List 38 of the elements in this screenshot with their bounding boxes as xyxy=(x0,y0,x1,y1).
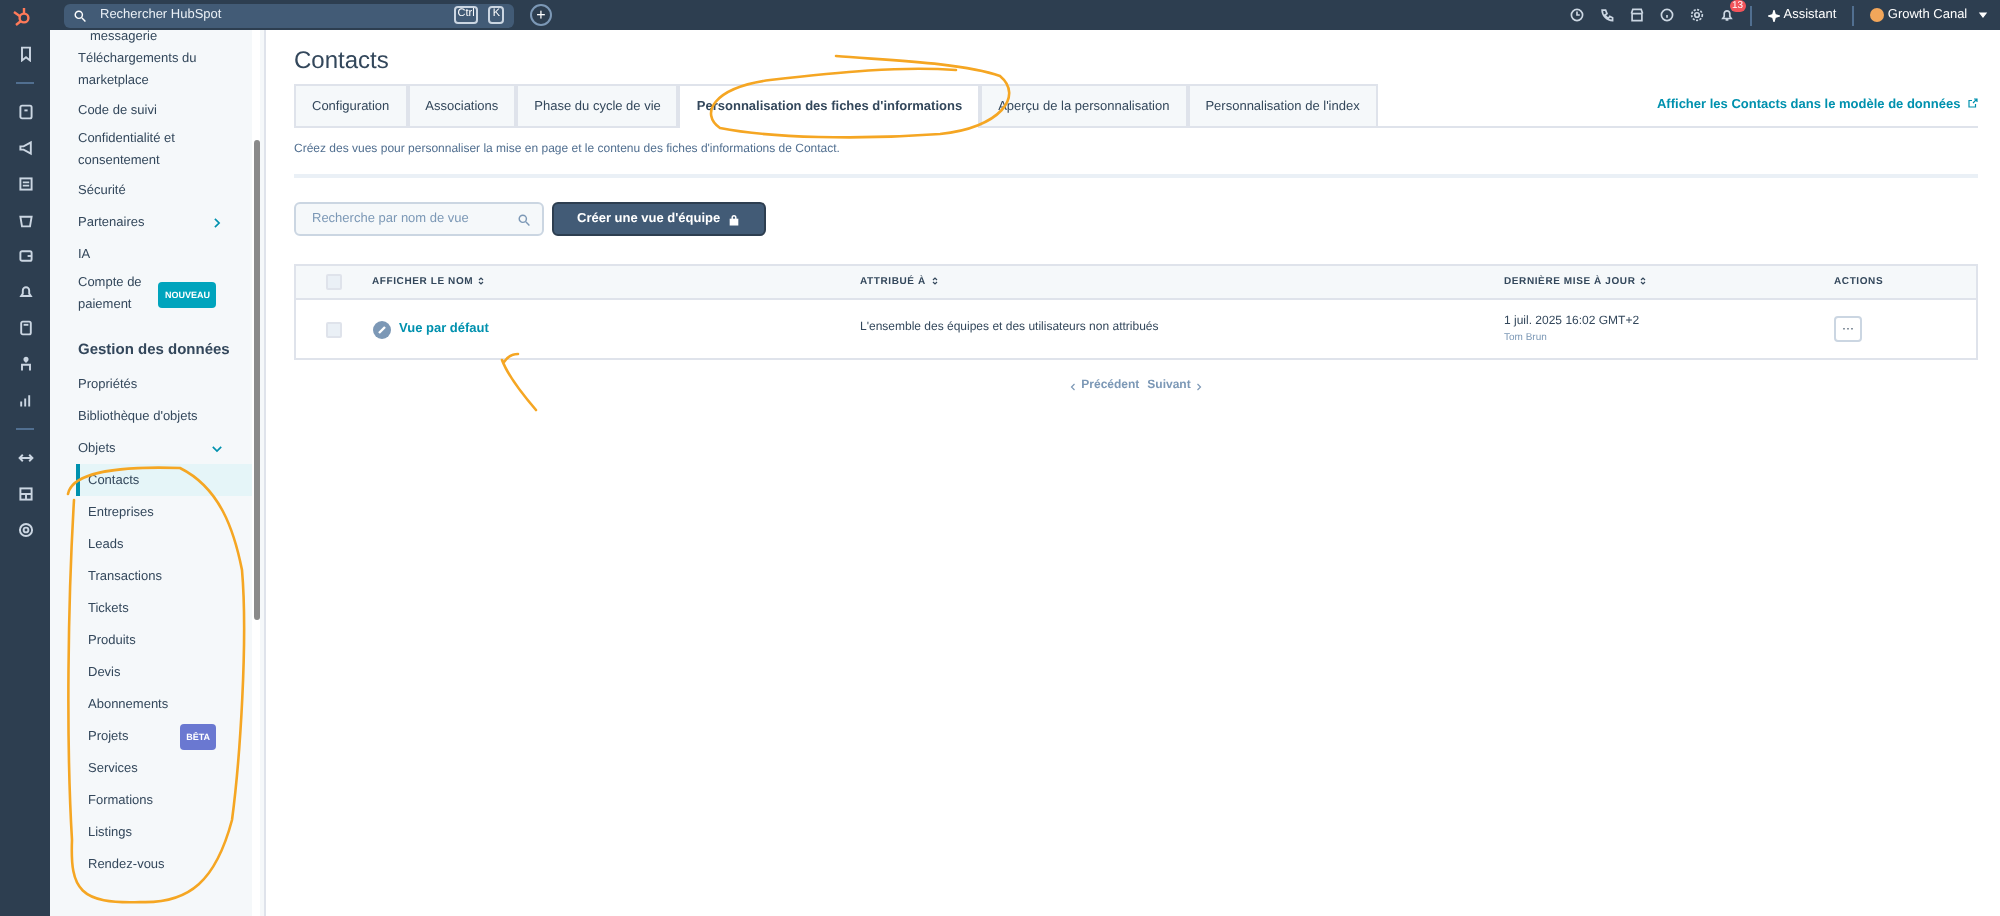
table-icon[interactable] xyxy=(17,486,33,502)
page-title: Contacts xyxy=(294,46,391,75)
bookmark-icon[interactable] xyxy=(17,46,33,62)
settings-icon[interactable] xyxy=(1690,8,1705,22)
checkbox[interactable] xyxy=(326,321,342,338)
chevron-icon xyxy=(1194,382,1205,393)
view-badge-icon xyxy=(372,319,392,340)
contact-card-icon[interactable] xyxy=(17,104,33,120)
help-icon[interactable] xyxy=(1660,8,1675,22)
bar-chart-icon[interactable] xyxy=(17,392,33,408)
scrollbar-thumb[interactable] xyxy=(253,140,259,620)
megaphone-icon[interactable] xyxy=(17,140,33,156)
document-icon[interactable] xyxy=(17,176,33,192)
wallet-icon[interactable] xyxy=(17,248,33,264)
annotation-drawing xyxy=(500,352,538,412)
store-icon[interactable] xyxy=(1630,8,1645,22)
sort-icon xyxy=(1638,275,1649,286)
target-icon[interactable] xyxy=(17,522,33,538)
clock-icon[interactable] xyxy=(1570,8,1585,22)
bell-icon[interactable] xyxy=(1720,8,1735,22)
org-chart-icon[interactable] xyxy=(17,356,33,372)
sort-icon xyxy=(929,275,940,286)
bell-icon[interactable] xyxy=(17,284,33,300)
phone-icon[interactable] xyxy=(1600,8,1615,22)
avatar xyxy=(1870,8,1885,22)
sort-icon xyxy=(476,275,487,286)
chevron-icon xyxy=(1067,382,1078,393)
sparkle-icon xyxy=(1768,9,1781,21)
lock-icon xyxy=(728,213,741,226)
data-sync-icon[interactable] xyxy=(17,450,33,466)
basket-icon[interactable] xyxy=(17,212,33,228)
caret-icon xyxy=(1978,10,1988,20)
external-link-icon xyxy=(1968,98,1978,109)
add-button[interactable]: + xyxy=(530,4,552,26)
search-icon xyxy=(518,213,530,226)
calculator-icon[interactable] xyxy=(17,320,33,336)
sprocket-logo-icon[interactable] xyxy=(12,5,32,25)
search-icon xyxy=(74,9,86,21)
